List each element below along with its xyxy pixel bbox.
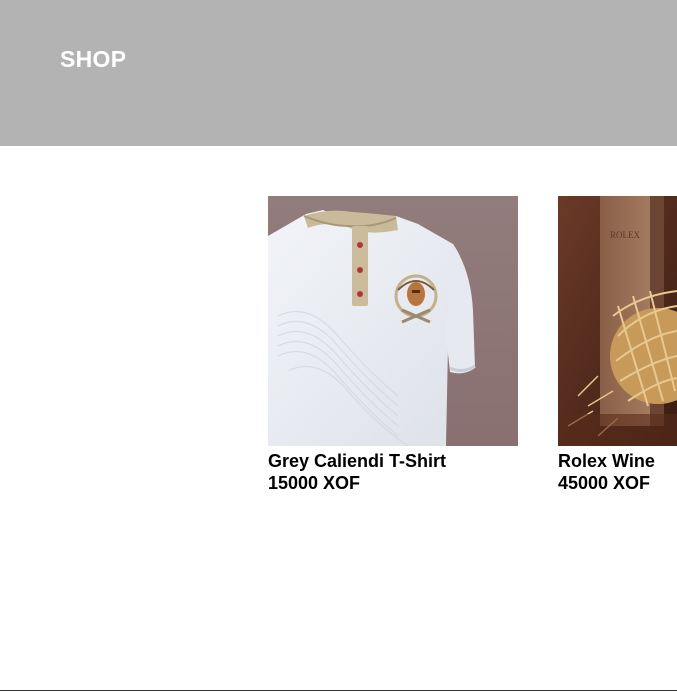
page-header: SHOP <box>0 0 677 146</box>
box-brand-text: ROLEX <box>610 230 640 240</box>
wine-box-photo-icon: ROLEX <box>558 196 677 446</box>
product-name[interactable]: Grey Caliendi T-Shirt <box>268 450 518 472</box>
tshirt-photo-icon <box>268 196 518 446</box>
product-price: 15000 XOF <box>268 473 361 493</box>
page-title: SHOP <box>60 46 127 72</box>
product-image-rolex-wine[interactable]: ROLEX <box>558 196 677 446</box>
bottom-divider <box>0 690 677 691</box>
product-card-tshirt[interactable]: Grey Caliendi T-Shirt 15000 XOF <box>268 196 518 494</box>
product-card-rolex-wine[interactable]: ROLEX Rolex Wine 45000 XOF <box>558 196 677 494</box>
product-image-tshirt[interactable] <box>268 196 518 446</box>
product-price: 45000 XOF <box>558 473 651 493</box>
product-name[interactable]: Rolex Wine <box>558 450 677 472</box>
